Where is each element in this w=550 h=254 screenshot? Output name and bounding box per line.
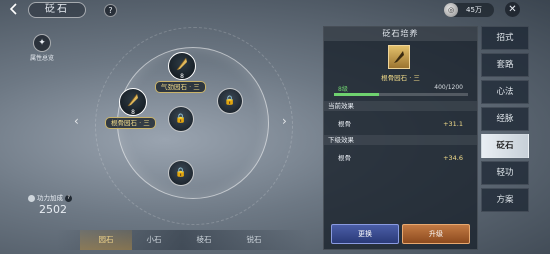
stone-tab-small[interactable]: 小石 <box>128 230 180 250</box>
attribute-overview-button[interactable]: ✦ 属性总览 <box>26 34 58 62</box>
locked-slot-right[interactable]: 🔒 <box>217 88 243 114</box>
feather-icon <box>394 51 404 63</box>
next-effect-row: 根骨 +34.6 <box>324 152 477 164</box>
side-tab-moves[interactable]: 招式 <box>481 26 529 50</box>
side-tab-stones[interactable]: 砭石 <box>481 134 529 158</box>
side-tab-plans[interactable]: 方案 <box>481 188 529 212</box>
stat-name: 根骨 <box>338 120 351 128</box>
exp-text: 400/1200 <box>434 84 463 91</box>
stat-value: +34.6 <box>443 154 463 162</box>
combat-help-icon[interactable]: ? <box>65 194 73 202</box>
gem-level-text: 8级 <box>338 86 348 93</box>
currency-display: ◎ 45万 <box>444 3 494 17</box>
locked-slot-bottom[interactable]: 🔒 <box>168 160 194 186</box>
exp-bar-fill <box>334 93 379 96</box>
side-tab-meridians[interactable]: 经脉 <box>481 107 529 131</box>
stone-tab-sharp[interactable]: 锐石 <box>228 230 280 250</box>
combat-label: 功力加成 <box>37 194 63 202</box>
back-arrow-icon[interactable] <box>8 3 20 15</box>
current-effect-header: 当前效果 <box>324 101 477 111</box>
gem-label-top: 气劲园石 · 三 <box>155 81 206 93</box>
page-title: 砭石 <box>28 2 86 18</box>
upgrade-button[interactable]: 升级 <box>402 224 470 244</box>
lock-icon: 🔒 <box>175 168 187 178</box>
side-tab-lightness[interactable]: 轻功 <box>481 161 529 185</box>
gem-label-left: 根骨园石 · 三 <box>105 117 156 129</box>
currency-amount: 45万 <box>466 6 482 14</box>
attribute-overview-label: 属性总览 <box>29 55 54 62</box>
lock-icon: 🔒 <box>224 96 236 106</box>
prev-arrow-icon[interactable]: ‹ <box>74 114 79 128</box>
side-tab-mind-method[interactable]: 心法 <box>481 80 529 104</box>
stone-tab-round[interactable]: 园石 <box>80 230 132 250</box>
lock-icon: 🔒 <box>175 114 187 124</box>
panel-title: 砭石培养 <box>324 27 477 41</box>
gem-level: 8 <box>180 73 184 80</box>
gem-feather-icon <box>127 93 138 107</box>
selected-gem-name: 根骨园石 · 三 <box>381 74 420 82</box>
selected-gem-icon <box>388 45 410 69</box>
stone-type-tabs: 园石 小石 棱石 锐石 <box>56 230 308 250</box>
gem-level: 8 <box>131 109 135 116</box>
power-icon <box>28 194 35 202</box>
stat-value: +31.1 <box>443 120 463 128</box>
gem-slot-top[interactable]: 8 <box>168 52 196 80</box>
replace-button[interactable]: 更换 <box>331 224 399 244</box>
silver-coin-icon: ◎ <box>444 3 458 17</box>
side-nav: 招式 套路 心法 经脉 砭石 轻功 方案 <box>481 26 529 215</box>
stat-name: 根骨 <box>338 154 351 162</box>
locked-slot-center[interactable]: 🔒 <box>168 106 194 132</box>
side-tab-routines[interactable]: 套路 <box>481 53 529 77</box>
stone-tab-prism[interactable]: 棱石 <box>178 230 230 250</box>
next-arrow-icon[interactable]: › <box>282 114 287 128</box>
combat-value: 2502 <box>39 203 67 216</box>
stone-cultivation-panel: 砭石培养 根骨园石 · 三 8级 400/1200 当前效果 根骨 +31.1 … <box>323 26 478 250</box>
close-button[interactable]: ✕ <box>505 2 520 17</box>
gem-feather-icon <box>176 57 187 71</box>
next-effect-header: 下级效果 <box>324 135 477 145</box>
help-icon[interactable]: ? <box>104 4 117 17</box>
gem-slot-left[interactable]: 8 <box>119 88 147 116</box>
current-effect-row: 根骨 +31.1 <box>324 118 477 130</box>
top-bar: 砭石 ? ◎ 45万 ✕ <box>0 0 550 20</box>
exp-bar <box>334 93 468 96</box>
combat-power: 功力加成 ? 2502 <box>28 192 98 216</box>
attribute-overview-icon: ✦ <box>33 34 51 52</box>
